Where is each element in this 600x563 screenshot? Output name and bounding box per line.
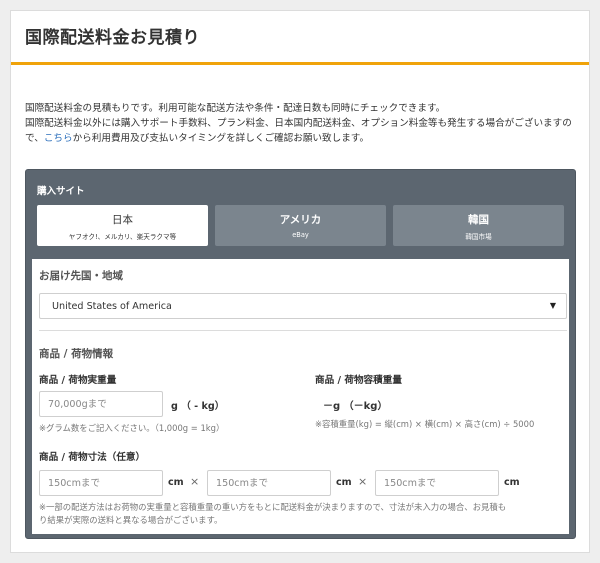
height-unit: cm <box>504 477 520 488</box>
title-underline <box>11 62 589 65</box>
purchase-site-label: 購入サイト <box>37 186 85 197</box>
size-note-line-1: ※一部の配送方法はお荷物の実重量と容積重量の重い方をもとに配送料金が決まりますの… <box>39 502 507 512</box>
weight-unit: g （ - kg） <box>171 401 225 412</box>
destination-select[interactable]: United States of America ▼ <box>39 293 567 319</box>
page-title: 国際配送料金お見積り <box>25 28 200 48</box>
item-section-title: 商品 / 荷物情報 <box>39 348 114 360</box>
size-note-line-2: り結果が実際の送料と異なる場合がございます。 <box>39 515 223 525</box>
length-unit: cm <box>168 477 184 488</box>
size-note: ※一部の配送方法はお荷物の実重量と容積重量の重い方をもとに配送料金が決まりますの… <box>39 501 567 527</box>
intro-line-3-text: から利用費用及び支払いタイミングを詳しくご確認お願い致します。 <box>72 133 370 144</box>
site-tab-japan-name: 日本 <box>112 214 133 226</box>
size-label: 商品 / 荷物寸法（任意） <box>39 452 146 463</box>
section-divider <box>39 330 567 331</box>
volumetric-weight-label: 商品 / 荷物容積重量 <box>315 375 402 386</box>
site-tab-usa-sub: eBay <box>292 231 309 239</box>
site-tab-japan[interactable]: 日本 ヤフオク!、メルカリ、楽天ラクマ等 <box>37 205 208 246</box>
height-input[interactable] <box>375 470 499 496</box>
destination-selected-value: United States of America <box>52 301 172 312</box>
site-tab-korea-name: 韓国 <box>468 214 489 226</box>
estimate-form-panel: 購入サイト 日本 ヤフオク!、メルカリ、楽天ラクマ等 アメリカ eBay 韓国 … <box>25 169 576 539</box>
site-tab-korea-sub: 韓国市場 <box>465 233 492 241</box>
intro-text: 国際配送料金の見積もりです。利用可能な配送方法や条件・配達日数も同時にチェックで… <box>25 101 581 146</box>
destination-label: お届け先国・地域 <box>39 270 123 282</box>
site-tab-usa[interactable]: アメリカ eBay <box>215 205 386 246</box>
volumetric-weight-value: －g （－kg） <box>323 401 388 412</box>
volumetric-note: ※容積重量(kg) = 縦(cm) × 横(cm) × 高さ(cm) ÷ 500… <box>315 419 535 429</box>
intro-line-2: 国際配送料金以外には購入サポート手数料、プラン料金、日本国内配送料金、オプション… <box>25 116 581 146</box>
chevron-down-icon: ▼ <box>549 301 556 310</box>
details-link[interactable]: こちら <box>44 133 73 144</box>
intro-line-1: 国際配送料金の見積もりです。利用可能な配送方法や条件・配達日数も同時にチェックで… <box>25 103 446 114</box>
estimate-card: 国際配送料金お見積り 国際配送料金の見積もりです。利用可能な配送方法や条件・配達… <box>10 10 590 553</box>
site-tab-korea[interactable]: 韓国 韓国市場 <box>393 205 564 246</box>
weight-input[interactable] <box>39 391 163 417</box>
length-input[interactable] <box>39 470 163 496</box>
times-icon: × <box>190 475 200 488</box>
width-unit: cm <box>336 477 352 488</box>
weight-note: ※グラム数をご記入ください。（1,000g = 1kg） <box>39 423 225 433</box>
site-tab-usa-name: アメリカ <box>279 214 322 226</box>
actual-weight-label: 商品 / 荷物実重量 <box>39 375 117 386</box>
form-body: お届け先国・地域 United States of America ▼ 商品 /… <box>32 259 569 534</box>
times-icon: × <box>358 475 368 488</box>
width-input[interactable] <box>207 470 331 496</box>
site-tab-japan-sub: ヤフオク!、メルカリ、楽天ラクマ等 <box>68 233 177 241</box>
